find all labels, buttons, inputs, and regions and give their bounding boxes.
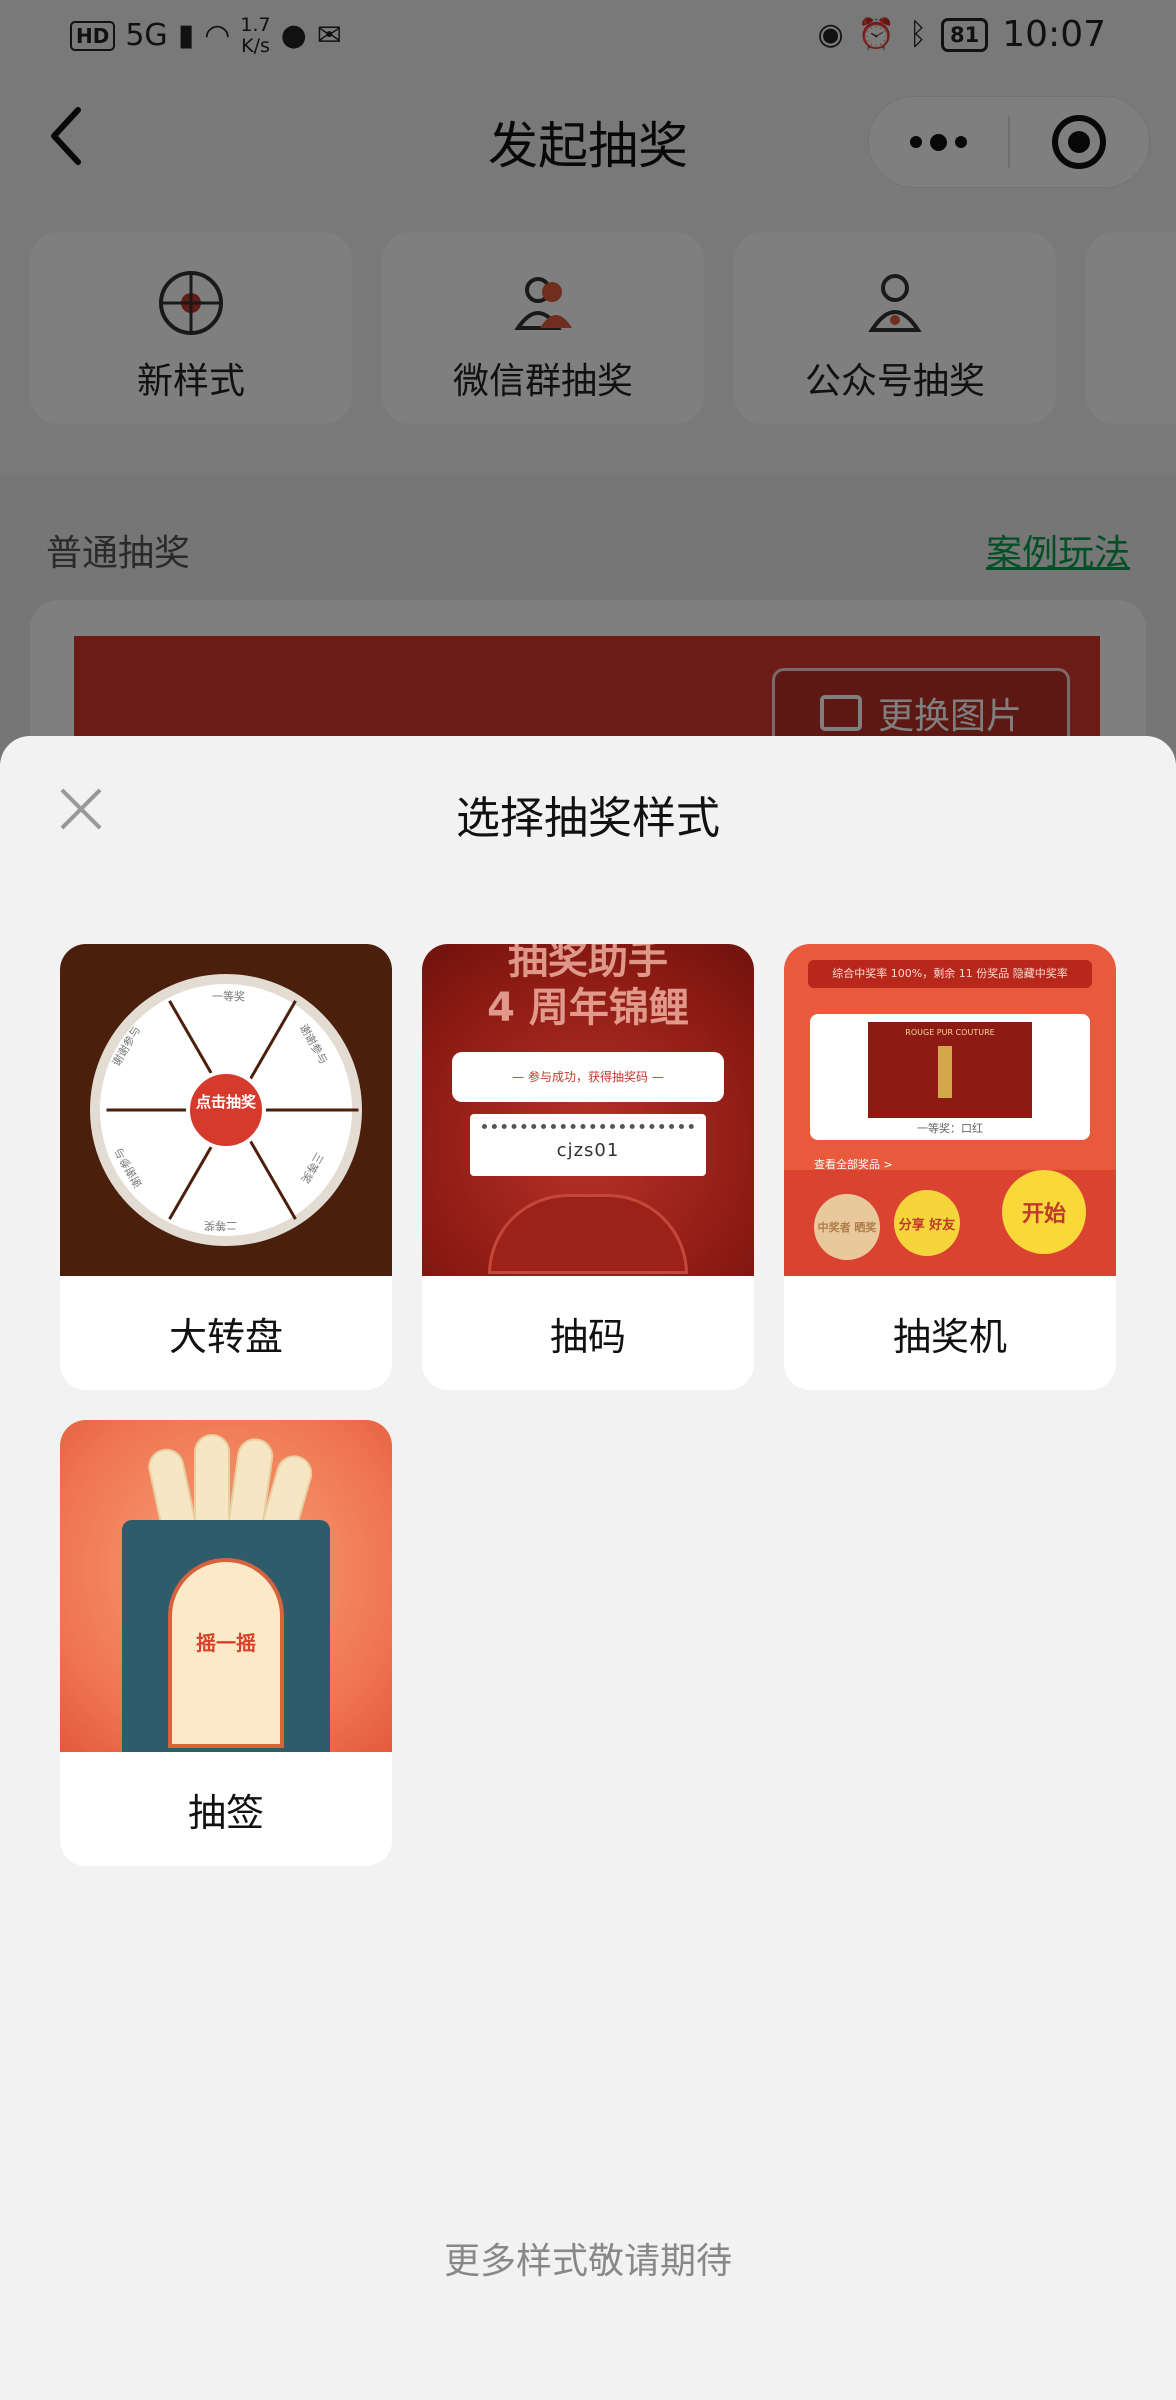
wheel-segment-label: 三等奖 <box>298 1150 326 1186</box>
wheel-graphic: 一等奖 谢谢参与 三等奖 二等奖 谢谢参与 谢谢参与 点击抽奖 <box>90 974 362 1246</box>
code-strip: cjzs01 <box>470 1114 706 1176</box>
style-label: 抽签 <box>187 1790 264 1835</box>
wheel-segment-label: 谢谢参与 <box>296 1021 331 1067</box>
product-label: ROUGE PUR COUTURE <box>905 1028 995 1037</box>
style-picker-sheet: 选择抽奖样式 一等奖 谢谢参与 三等奖 二等奖 谢谢参与 谢谢参与 点击抽奖 大… <box>0 736 1176 2400</box>
code-thumbnail: 抽奖助手 4 周年锦鲤 — 参与成功，获得抽奖码 — cjzs01 <box>422 944 754 1276</box>
slot-machine-thumbnail: 综合中奖率 100%，剩余 11 份奖品 隐藏中奖率 ROUGE PUR COU… <box>784 944 1116 1276</box>
more-styles-note: 更多样式敬请期待 <box>443 2241 732 2282</box>
slot-top-banner: 综合中奖率 100%，剩余 11 份奖品 隐藏中奖率 <box>808 960 1092 988</box>
product-image: ROUGE PUR COUTURE <box>868 1022 1032 1118</box>
dotted-line <box>482 1124 694 1129</box>
stage-graphic <box>488 1194 688 1274</box>
wheel-segment-label: 谢谢参与 <box>109 1023 144 1069</box>
code-title-line1: 抽奖助手 <box>508 944 668 983</box>
style-card-slot-machine[interactable]: 综合中奖率 100%，剩余 11 份奖品 隐藏中奖率 ROUGE PUR COU… <box>784 944 1116 1390</box>
wheel-segment-label: 谢谢参与 <box>111 1145 146 1191</box>
style-card-code[interactable]: 抽奖助手 4 周年锦鲤 — 参与成功，获得抽奖码 — cjzs01 抽码 <box>422 944 754 1390</box>
share-button: 分享 好友 <box>894 1190 960 1256</box>
style-card-draw-lots[interactable]: 摇一摇 抽签 <box>60 1420 392 1866</box>
style-label: 抽码 <box>549 1314 626 1359</box>
slot-prize: 一等奖：口红 <box>917 1122 983 1135</box>
wheel-segment-label: 一等奖 <box>212 990 245 1003</box>
style-card-wheel[interactable]: 一等奖 谢谢参与 三等奖 二等奖 谢谢参与 谢谢参与 点击抽奖 大转盘 <box>60 944 392 1390</box>
style-label: 大转盘 <box>168 1314 283 1359</box>
sheet-title: 选择抽奖样式 <box>456 793 720 844</box>
lottery-code: cjzs01 <box>556 1140 620 1161</box>
wheel-segment-label: 二等奖 <box>204 1219 237 1232</box>
shake-text: 摇一摇 <box>196 1631 256 1655</box>
code-ticket: — 参与成功，获得抽奖码 — <box>452 1052 724 1102</box>
wheel-thumbnail: 一等奖 谢谢参与 三等奖 二等奖 谢谢参与 谢谢参与 点击抽奖 <box>60 944 392 1276</box>
winners-button: 中奖者 晒奖 <box>814 1194 880 1260</box>
start-button: 开始 <box>1002 1170 1086 1254</box>
code-title-line2: 4 周年锦鲤 <box>487 985 689 1031</box>
view-all-prizes-link: 查看全部奖品 > <box>814 1158 893 1171</box>
lipstick-icon <box>938 1046 952 1098</box>
wheel-center-button: 点击抽奖 <box>186 1070 266 1150</box>
style-label: 抽奖机 <box>892 1314 1007 1359</box>
draw-lots-thumbnail: 摇一摇 <box>60 1420 392 1752</box>
